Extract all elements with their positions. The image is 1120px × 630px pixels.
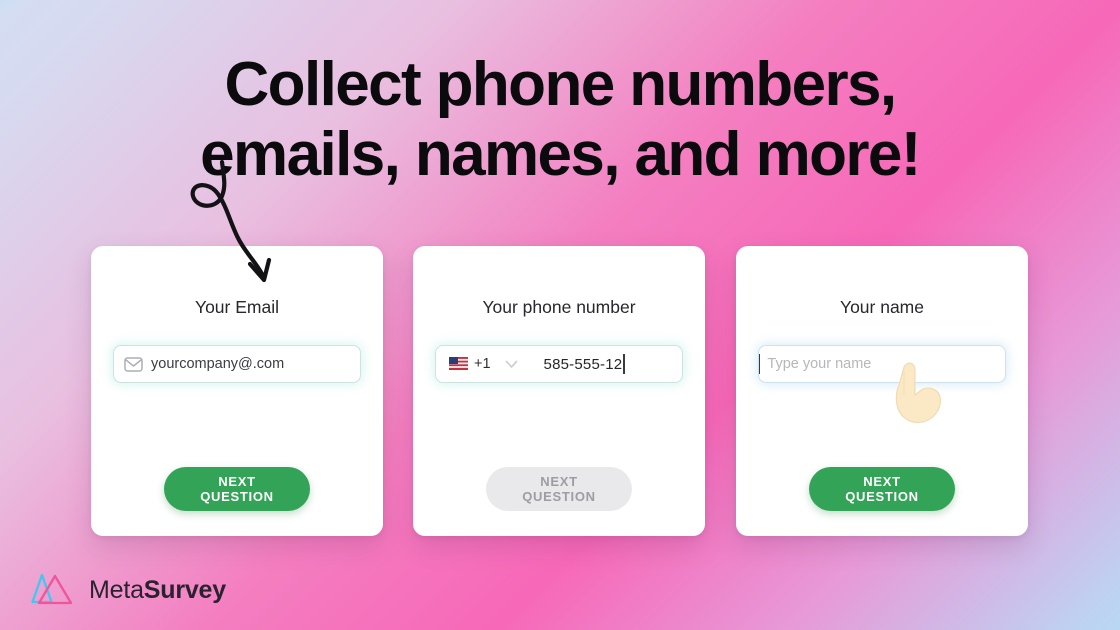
text-caret-phone xyxy=(623,354,625,374)
survey-card-email: Your Email yourcompany@.com NEXT QUESTIO… xyxy=(91,246,383,536)
card-title-email: Your Email xyxy=(195,297,279,317)
name-input-placeholder: Type your name xyxy=(767,356,872,372)
next-question-button-email[interactable]: NEXT QUESTION xyxy=(164,467,310,511)
page-headline: Collect phone numbers, emails, names, an… xyxy=(0,50,1120,190)
metasurvey-wordmark: MetaSurvey xyxy=(89,576,226,605)
headline-line-1: Collect phone numbers, xyxy=(224,50,898,119)
metasurvey-triangles-icon xyxy=(30,568,77,613)
email-input-text: yourcompany@.com xyxy=(151,356,285,372)
survey-card-phone: Your phone number +1 585-555-12 NEXT QUE… xyxy=(413,246,705,536)
next-question-button-name[interactable]: NEXT QUESTION xyxy=(809,467,955,511)
chevron-down-icon[interactable] xyxy=(505,360,518,369)
logo-word-light: Meta xyxy=(89,576,144,604)
card-title-phone: Your phone number xyxy=(482,297,636,317)
metasurvey-logo[interactable]: MetaSurvey xyxy=(30,568,226,613)
email-input[interactable]: yourcompany@.com xyxy=(113,345,361,383)
headline-line-2: emails, names, and more! xyxy=(200,120,921,189)
envelope-icon xyxy=(124,356,143,372)
next-question-button-phone[interactable]: NEXT QUESTION xyxy=(486,467,632,511)
phone-number-value: 585-555-12 xyxy=(543,355,623,373)
logo-word-bold: Survey xyxy=(143,576,226,604)
phone-input[interactable]: +1 585-555-12 xyxy=(435,345,683,383)
name-input[interactable]: Type your name xyxy=(758,345,1006,383)
us-flag-icon xyxy=(449,356,468,372)
survey-card-name: Your name Type your name NEXT QUESTION xyxy=(736,246,1028,536)
card-title-name: Your name xyxy=(840,297,924,317)
dial-code-label: +1 xyxy=(474,356,491,372)
text-caret-name xyxy=(759,354,761,374)
